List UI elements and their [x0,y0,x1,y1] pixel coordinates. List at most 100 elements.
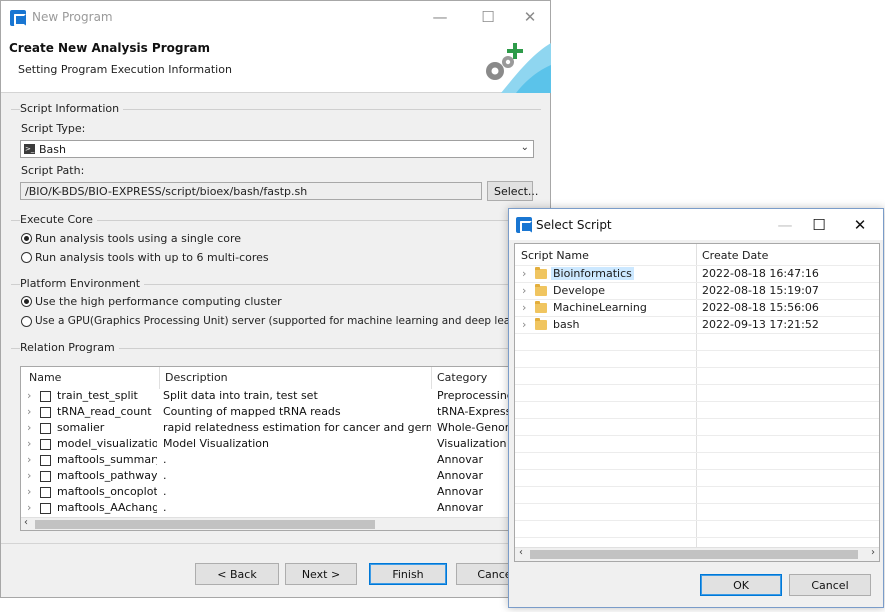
script-path-field[interactable]: /BIO/K-BDS/BIO-EXPRESS/script/bioex/bash… [20,182,482,200]
next-button[interactable]: Next > [285,563,357,585]
chevron-down-icon: ⌄ [520,142,529,153]
finish-button[interactable]: Finish [369,563,447,585]
chevron-right-icon[interactable]: › [27,453,31,466]
table-row[interactable]: › maftools_oncoplot . Annovar [21,484,511,501]
scrollbar-thumb[interactable] [530,550,858,559]
chevron-right-icon[interactable]: › [27,469,31,482]
close-icon[interactable]: ✕ [846,217,874,233]
script-info-title: Script Information [20,102,124,115]
row-description: . [163,485,167,498]
col-create-date-header[interactable]: Create Date [702,249,768,262]
row-checkbox[interactable] [40,391,51,402]
chevron-right-icon[interactable]: › [522,318,526,331]
relation-table[interactable]: Name Description Category › train_test_s… [20,366,512,531]
folder-icon [535,267,547,279]
chevron-right-icon[interactable]: › [522,284,526,297]
empty-row [515,385,879,402]
empty-row [515,351,879,368]
minimize-icon[interactable]: — [771,217,799,233]
col-category-header[interactable]: Category [437,371,487,384]
maximize-icon[interactable]: ☐ [474,9,502,25]
row-checkbox[interactable] [40,423,51,434]
script-list[interactable]: Script Name Create Date › Bioinformatics… [514,243,880,562]
scroll-left-icon[interactable]: ‹ [519,547,523,558]
table-horizontal-scrollbar[interactable]: ‹ [21,517,511,530]
app-icon [10,10,26,26]
list-item[interactable]: › MachineLearning 2022-08-18 15:56:06 [515,300,879,317]
dialog-title: Select Script [536,218,612,232]
chevron-right-icon[interactable]: › [27,485,31,498]
single-core-label: Run analysis tools using a single core [35,232,242,245]
list-horizontal-scrollbar[interactable]: ‹ › [515,547,879,561]
list-item[interactable]: › bash 2022-09-13 17:21:52 [515,317,879,334]
table-row[interactable]: › maftools_pathway_di . Annovar [21,468,511,485]
table-row[interactable]: › somalier rapid relatedness estimation … [21,420,511,437]
chevron-right-icon[interactable]: › [27,501,31,514]
radio-unselected-icon [21,252,32,263]
gpu-radio[interactable]: Use a GPU(Graphics Processing Unit) serv… [21,315,541,327]
row-category: Visualization [437,437,507,450]
table-row[interactable]: › maftools_AAchange . Annovar [21,500,511,517]
select-script-button[interactable]: Select... [487,181,538,201]
row-description: . [163,453,167,466]
item-name: MachineLearning [553,301,647,314]
scroll-left-icon[interactable]: ‹ [24,517,28,528]
row-checkbox[interactable] [40,503,51,514]
row-category: Annovar [437,501,483,514]
row-checkbox[interactable] [40,471,51,482]
script-type-label: Script Type: [21,122,86,135]
close-icon[interactable]: ✕ [516,9,544,25]
row-description: rapid relatedness estimation for cancer … [163,421,431,434]
col-description-header[interactable]: Description [165,371,228,384]
footer-divider [1,543,550,544]
chevron-right-icon[interactable]: › [27,405,31,418]
col-name-header[interactable]: Name [29,371,61,384]
chevron-right-icon[interactable]: › [522,301,526,314]
radio-unselected-icon [21,315,32,327]
single-core-radio[interactable]: Run analysis tools using a single core [21,232,241,245]
multi-core-radio[interactable]: Run analysis tools with up to 6 multi-co… [21,251,269,264]
list-item[interactable]: › Bioinformatics 2022-08-18 16:47:16 [515,266,879,283]
back-button[interactable]: < Back [195,563,279,585]
row-description: . [163,501,167,514]
col-divider [159,367,160,389]
row-description: Split data into train, test set [163,389,318,402]
chevron-right-icon[interactable]: › [522,267,526,280]
row-checkbox[interactable] [40,455,51,466]
col-divider [431,367,432,389]
empty-row [515,419,879,436]
page-subtitle: Setting Program Execution Information [18,63,232,76]
select-script-dialog: Select Script — ☐ ✕ Script Name Create D… [508,208,884,608]
row-checkbox[interactable] [40,407,51,418]
main-titlebar[interactable]: New Program — ☐ ✕ [1,1,550,35]
list-item[interactable]: › Develope 2022-08-18 15:19:07 [515,283,879,300]
table-row[interactable]: › tRNA_read_count Counting of mapped tRN… [21,404,511,421]
dialog-cancel-button[interactable]: Cancel [789,574,871,596]
row-name: train_test_split [57,389,138,402]
row-name: model_visualization [57,437,157,450]
scroll-right-icon[interactable]: › [871,547,875,558]
row-checkbox[interactable] [40,439,51,450]
row-name: maftools_oncoplot [57,485,157,498]
minimize-icon[interactable]: — [426,9,454,25]
script-type-select[interactable]: >_ Bash ⌄ [20,140,534,158]
table-row[interactable]: › maftools_summary . Annovar [21,452,511,469]
table-row[interactable]: › model_visualization Model Visualizatio… [21,436,511,453]
ok-button[interactable]: OK [700,574,782,596]
new-program-window: New Program — ☐ ✕ Create New Analysis Pr… [0,0,551,598]
chevron-right-icon[interactable]: › [27,421,31,434]
dialog-titlebar[interactable]: Select Script — ☐ ✕ [509,209,883,240]
item-date: 2022-09-13 17:21:52 [702,318,819,331]
maximize-icon[interactable]: ☐ [805,217,833,233]
item-name: Develope [553,284,606,297]
hpc-radio[interactable]: Use the high performance computing clust… [21,295,282,308]
folder-icon [535,301,547,313]
row-checkbox[interactable] [40,487,51,498]
col-script-name-header[interactable]: Script Name [521,249,589,262]
chevron-right-icon[interactable]: › [27,389,31,402]
row-name: maftools_AAchange [57,501,157,514]
scrollbar-thumb[interactable] [35,520,375,529]
chevron-right-icon[interactable]: › [27,437,31,450]
empty-row [515,470,879,487]
table-row[interactable]: › train_test_split Split data into train… [21,388,511,405]
